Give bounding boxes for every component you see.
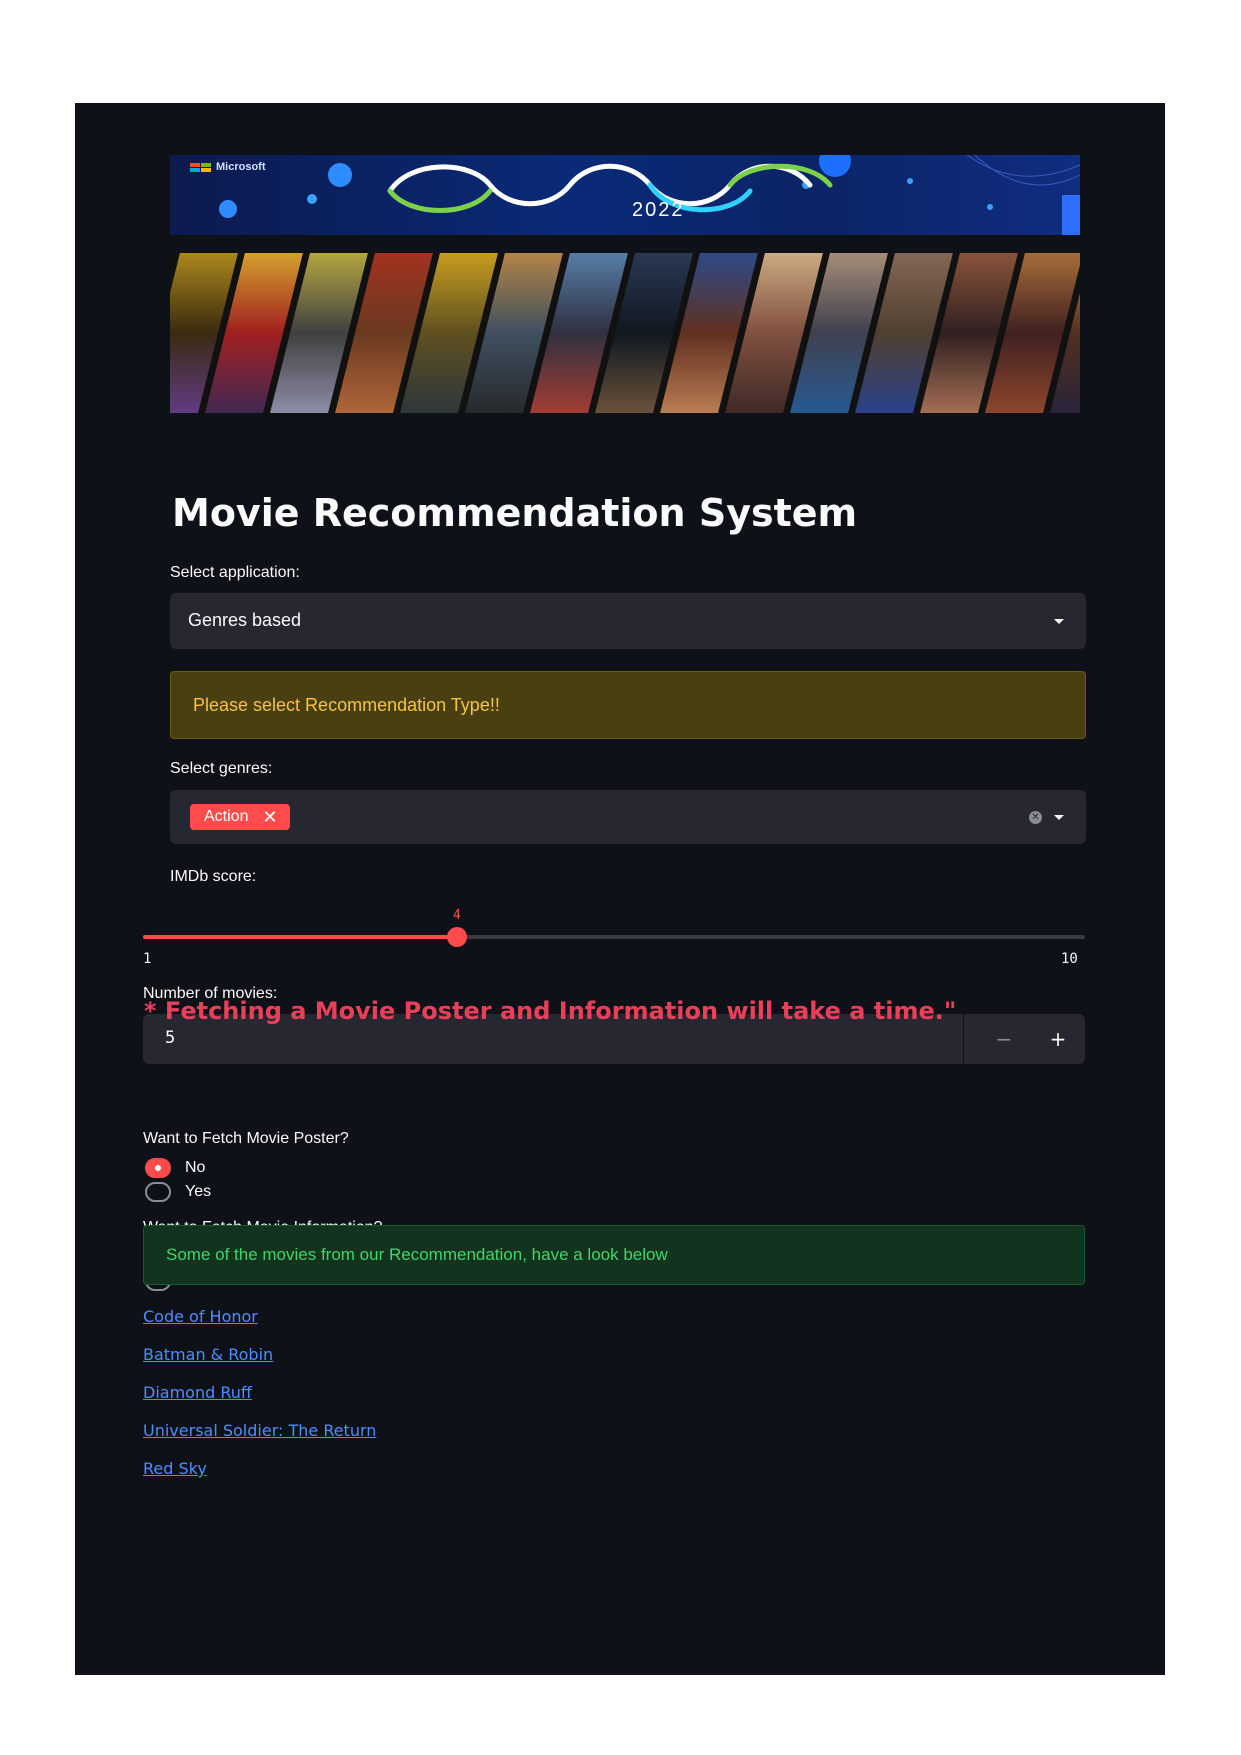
genre-tag-action[interactable]: Action ✕ — [190, 804, 290, 830]
engage-year: 2022 — [632, 199, 685, 221]
movie-link[interactable]: Diamond Ruff — [143, 1383, 252, 1402]
select-genres-label: Select genres: — [170, 760, 273, 777]
chevron-down-icon[interactable] — [1054, 815, 1064, 820]
poster-no-radio[interactable] — [145, 1158, 171, 1178]
genres-multiselect[interactable]: Action ✕ ✕ — [170, 790, 1086, 844]
success-alert: Some of the movies from our Recommendati… — [143, 1225, 1085, 1285]
poster-yes-radio[interactable] — [145, 1182, 171, 1202]
microsoft-label: Microsoft — [216, 161, 266, 173]
fetch-warning-note: * Fetching a Movie Poster and Informatio… — [144, 997, 957, 1025]
app-container: Microsoft 2022 Movie Recommendation Syst… — [75, 103, 1165, 1675]
imdb-min-label: 1 — [143, 951, 152, 967]
movie-link[interactable]: Batman & Robin — [143, 1345, 273, 1364]
close-icon[interactable]: ✕ — [262, 808, 277, 826]
page-title: Movie Recommendation System — [172, 491, 858, 535]
decrement-button[interactable]: − — [977, 1014, 1031, 1064]
poster-yes-label[interactable]: Yes — [185, 1183, 211, 1201]
movie-link[interactable]: Universal Soldier: The Return — [143, 1421, 376, 1440]
imdb-score-label: IMDb score: — [170, 868, 257, 885]
number-of-movies-value[interactable]: 5 — [165, 1028, 175, 1048]
movie-link[interactable]: Red Sky — [143, 1459, 207, 1478]
imdb-slider-thumb[interactable] — [447, 927, 467, 947]
select-application-label: Select application: — [170, 564, 300, 581]
chevron-down-icon — [1054, 619, 1064, 624]
stepper-divider — [963, 1014, 964, 1064]
movie-poster-collage — [170, 253, 1080, 413]
application-select-value: Genres based — [188, 610, 302, 630]
fetch-poster-label: Want to Fetch Movie Poster? — [143, 1130, 349, 1147]
imdb-max-label: 10 — [1061, 951, 1078, 967]
increment-button[interactable]: + — [1031, 1014, 1085, 1064]
imdb-slider-value: 4 — [453, 908, 461, 923]
clear-circle-icon[interactable]: ✕ — [1029, 811, 1042, 824]
application-select[interactable]: Genres based — [170, 593, 1086, 649]
imdb-slider-track[interactable]: 4 — [143, 908, 1085, 947]
poster-no-label[interactable]: No — [185, 1159, 205, 1177]
warning-text: Please select Recommendation Type!! — [193, 695, 500, 715]
success-text: Some of the movies from our Recommendati… — [166, 1245, 668, 1264]
engage-banner: Microsoft 2022 — [170, 155, 1080, 235]
genre-tag-label: Action — [204, 808, 249, 825]
movie-link[interactable]: Code of Honor — [143, 1307, 258, 1326]
engage-wordmark-art — [219, 155, 1080, 235]
microsoft-logo-icon — [190, 163, 212, 173]
imdb-slider-fill — [143, 935, 457, 939]
warning-alert: Please select Recommendation Type!! — [170, 671, 1086, 739]
